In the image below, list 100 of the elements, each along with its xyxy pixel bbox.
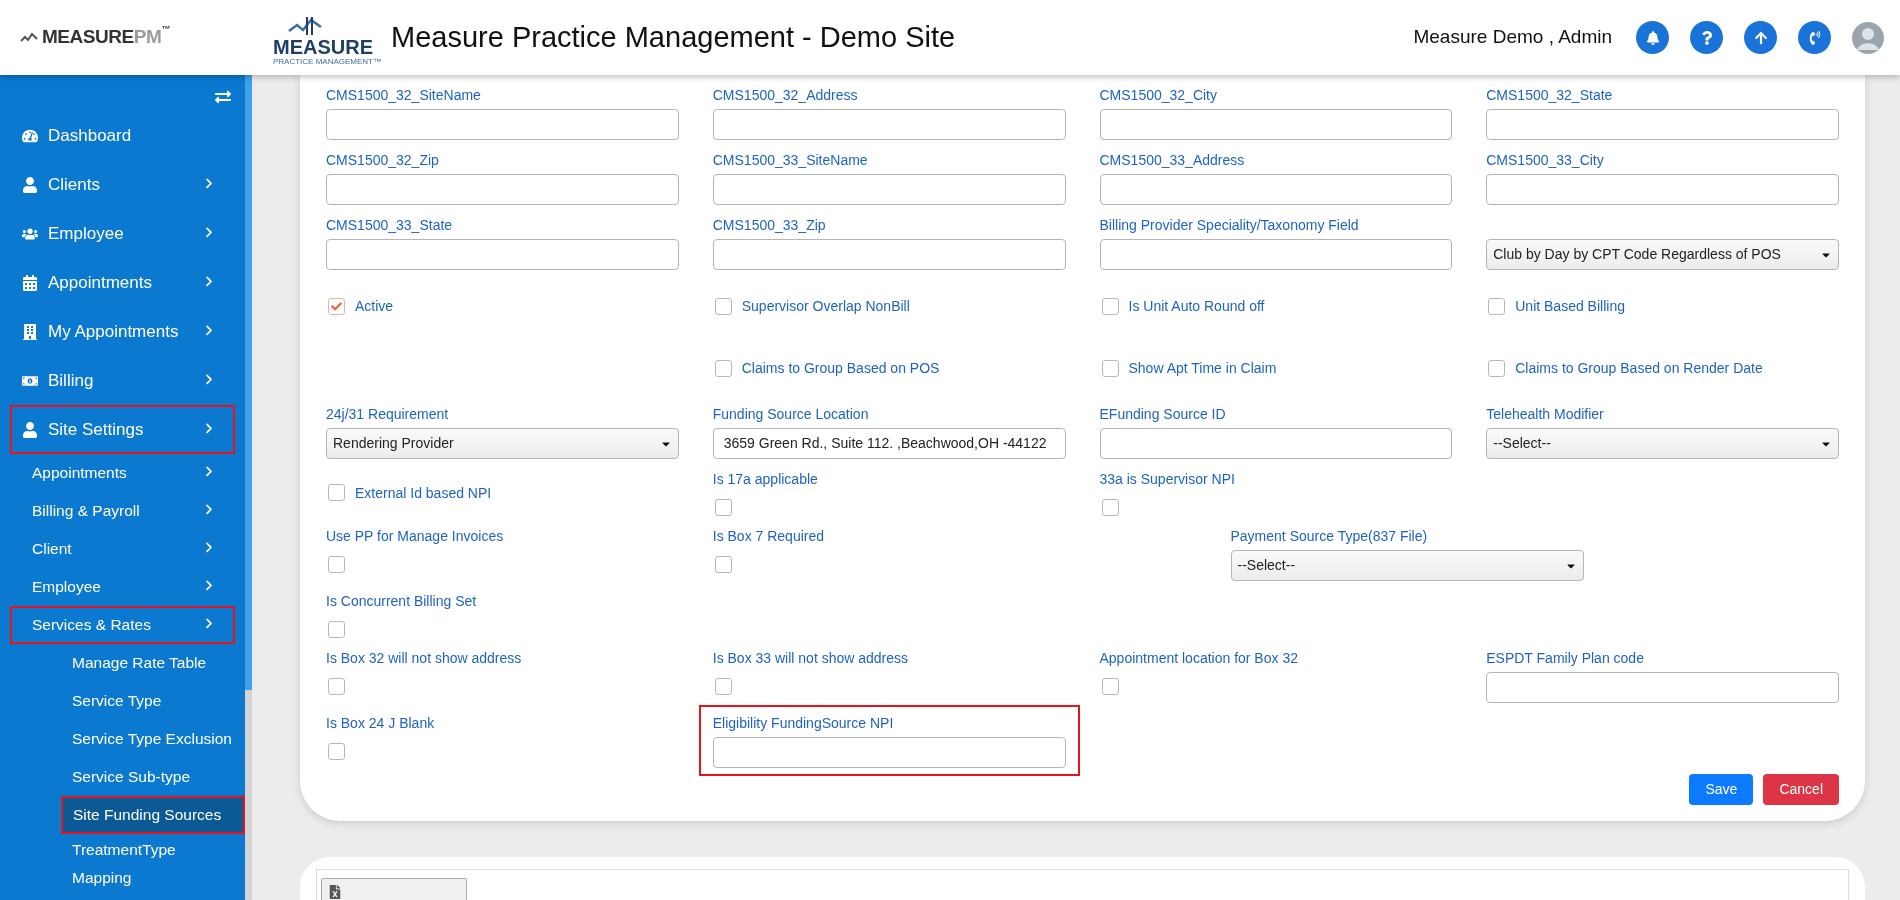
field-label: CMS1500_32_SiteName	[326, 86, 482, 105]
sidebar-subitem[interactable]: Client	[10, 530, 235, 568]
logo-icon	[287, 15, 323, 37]
field-label: Is 17a applicable	[712, 470, 819, 489]
text-input[interactable]	[712, 174, 1066, 205]
checkbox[interactable]	[1101, 359, 1119, 377]
dropdown[interactable]: Rendering Provider	[326, 428, 679, 459]
dropdown[interactable]: --Select--	[1230, 550, 1584, 581]
field-label: CMS1500_33_Zip	[712, 216, 827, 235]
sidebar-subitem[interactable]: Service Type Exclusion	[60, 720, 245, 758]
field-label: Appointment location for Box 32	[1099, 649, 1299, 668]
text-input[interactable]	[326, 239, 679, 270]
save-button[interactable]: Save	[1689, 774, 1754, 805]
checkbox[interactable]	[1488, 297, 1506, 315]
checkbox[interactable]	[328, 556, 345, 573]
user-icon	[22, 176, 38, 193]
building-icon	[22, 323, 38, 340]
sidebar-item[interactable]: Clients	[10, 160, 235, 209]
checkbox[interactable]	[714, 359, 732, 377]
field-label: CMS1500_33_SiteName	[712, 151, 869, 170]
sidebar-item[interactable]: My Appointments	[10, 307, 235, 356]
field-label: Is Box 33 will not show address	[712, 649, 910, 668]
logo-wordmark: MEASURE	[273, 37, 373, 57]
checkbox[interactable]	[1101, 678, 1119, 695]
sidebar-item[interactable]: Billing	[10, 356, 235, 405]
logo-tagline: PRACTICE MANAGEMENT™	[273, 57, 381, 66]
text-input[interactable]	[1099, 428, 1453, 459]
text-input[interactable]	[1099, 174, 1453, 205]
help-button[interactable]	[1690, 21, 1723, 54]
text-input[interactable]	[326, 109, 679, 140]
field-label: Eligibility FundingSource NPI	[712, 714, 895, 733]
sidebar-subitem[interactable]: Employee	[10, 568, 235, 606]
calendar-icon	[22, 274, 38, 291]
field-label: CMS1500_33_City	[1486, 151, 1605, 170]
sidebar-subitem[interactable]: TreatmentType Mapping	[60, 834, 245, 894]
field-label: Billing Provider Speciality/Taxonomy Field	[1099, 216, 1360, 235]
dropdown[interactable]: Club by Day by CPT Code Regardless of POS	[1486, 239, 1840, 270]
checkbox[interactable]	[328, 743, 345, 760]
checkbox[interactable]	[714, 556, 732, 573]
field-label: Is Box 32 will not show address	[326, 649, 523, 668]
checkbox[interactable]	[714, 678, 732, 695]
field-label: External Id based NPI	[355, 483, 492, 503]
text-input[interactable]	[1486, 174, 1839, 205]
sidebar-subitem[interactable]: Service Sub-type	[60, 758, 245, 796]
notification-button[interactable]	[1636, 21, 1669, 54]
sidebar-item[interactable]: Employee	[10, 209, 235, 258]
field-label: Unit Based Billing	[1515, 297, 1625, 316]
sidebar-subitem[interactable]: Site Funding Sources	[61, 796, 245, 834]
checkbox[interactable]	[714, 499, 732, 516]
upload-icon	[1753, 30, 1768, 45]
checkbox[interactable]	[1488, 359, 1506, 377]
checkbox[interactable]	[1101, 499, 1119, 516]
sidebar-subitem[interactable]: Appointments	[10, 454, 235, 492]
checkbox[interactable]	[328, 678, 345, 695]
scrollbar-thumb[interactable]	[245, 75, 252, 690]
phone-icon	[1807, 30, 1822, 45]
sidebar-subitem[interactable]: Billing & Payroll	[10, 492, 235, 530]
field-label: Telehealth Modifier	[1486, 405, 1605, 424]
cancel-button[interactable]: Cancel	[1763, 774, 1839, 805]
user-name: Measure Demo , Admin	[1413, 25, 1612, 50]
text-input[interactable]	[712, 109, 1066, 140]
checkbox[interactable]	[1101, 297, 1119, 315]
field-label: Supervisor Overlap NonBill	[741, 297, 910, 316]
field-label: 24j/31 Requirement	[326, 405, 450, 424]
field-label: Is Box 7 Required	[712, 527, 826, 546]
avatar[interactable]	[1852, 21, 1884, 54]
checkbox[interactable]	[328, 297, 345, 315]
checkbox[interactable]	[328, 484, 345, 501]
checkbox[interactable]	[714, 297, 732, 315]
field-label: Payment Source Type(837 File)	[1230, 527, 1429, 546]
check-icon	[331, 300, 342, 312]
phone-button[interactable]	[1798, 21, 1831, 54]
text-input[interactable]	[1099, 239, 1453, 270]
sidebar-subitem[interactable]: Services & Rates	[10, 606, 235, 644]
gauge-icon	[22, 127, 38, 144]
sidebar-subitem[interactable]: Manage Rate Table	[60, 644, 245, 682]
page-title: Measure Practice Management - Demo Site	[391, 19, 956, 55]
field-label: CMS1500_33_State	[326, 216, 454, 235]
checkbox[interactable]	[328, 621, 345, 638]
field-label: Claims to Group Based on Render Date	[1515, 359, 1763, 378]
export-button[interactable]	[321, 878, 467, 900]
brand-logo: MEASUREPM™	[42, 23, 170, 50]
field-label: EFunding Source ID	[1099, 405, 1227, 424]
sidebar-subitem[interactable]: Service Type	[60, 682, 245, 720]
text-input[interactable]	[1486, 672, 1839, 703]
field-label: Show Apt Time in Claim	[1128, 359, 1277, 378]
upload-button[interactable]	[1744, 21, 1777, 54]
text-input[interactable]	[1099, 109, 1453, 140]
sidebar-item[interactable]: Appointments	[10, 258, 235, 307]
text-input[interactable]	[712, 737, 1066, 768]
toggle-icon[interactable]	[215, 89, 231, 105]
text-input[interactable]	[1486, 109, 1839, 140]
text-input[interactable]	[712, 239, 1066, 270]
text-input[interactable]	[326, 174, 679, 205]
sidebar-item[interactable]: Dashboard	[10, 111, 235, 160]
text-input[interactable]: 3659 Green Rd., Suite 112. ,Beachwood,OH -44122	[712, 428, 1066, 459]
field-label: Active	[355, 297, 394, 316]
sidebar-item[interactable]: Site Settings	[10, 405, 235, 454]
dropdown[interactable]: --Select--	[1486, 428, 1840, 459]
field-label: CMS1500_32_City	[1099, 86, 1218, 105]
